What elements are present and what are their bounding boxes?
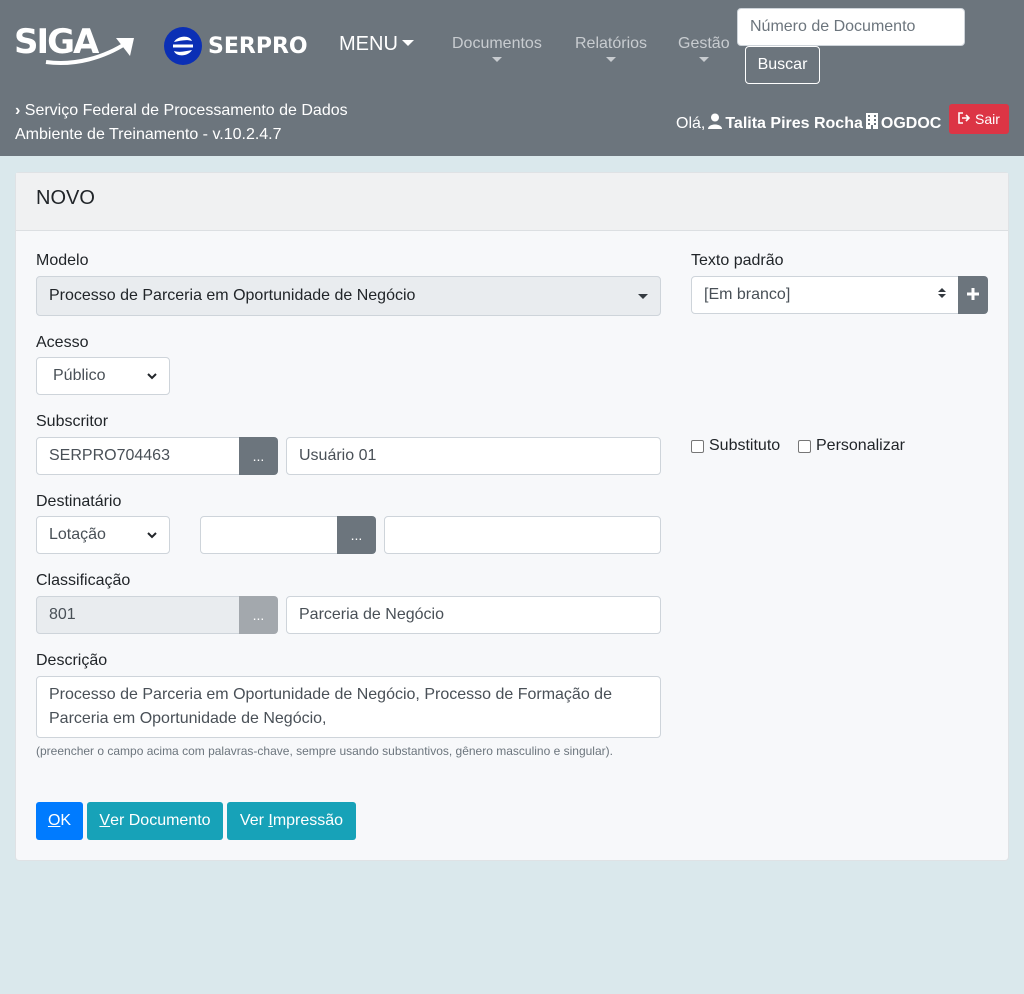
sign-out-icon <box>958 111 971 127</box>
classificacao-label: Classificação <box>36 572 131 589</box>
siga-arrow-icon <box>45 38 134 65</box>
chevron-right-icon: › <box>15 102 21 119</box>
subscritor-label: Subscritor <box>36 413 109 430</box>
acesso-label: Acesso <box>36 334 89 351</box>
plus-icon <box>966 284 980 307</box>
logout-label: Sair <box>975 111 1000 127</box>
acesso-value: Público <box>53 367 106 384</box>
org-breadcrumb: › Serviço Federal de Processamento de Da… <box>15 102 348 120</box>
texto-padrao-select[interactable]: [Em branco] <box>691 276 959 314</box>
destinatario-code-input[interactable] <box>200 516 338 554</box>
personalizar-label: Personalizar <box>816 437 905 454</box>
add-text-button[interactable] <box>958 276 988 314</box>
card-title: NOVO <box>16 173 1008 231</box>
user-name: Talita Pires Rocha <box>725 114 863 132</box>
chevron-down-icon <box>491 57 502 62</box>
user-greeting: Olá, Talita Pires Rocha OGDOC <box>676 113 941 134</box>
chevron-down-icon <box>147 367 157 385</box>
main-menu-toggle[interactable]: MENU <box>339 33 414 56</box>
checkbox-box[interactable] <box>691 439 704 453</box>
acesso-select[interactable]: Público <box>36 357 170 395</box>
modelo-select[interactable]: Processo de Parceria em Oportunidade de … <box>36 276 661 316</box>
descricao-value: Processo de Parceria em Oportunidade de … <box>49 686 612 727</box>
destinatario-label: Destinatário <box>36 493 122 510</box>
classificacao-code-value: 801 <box>49 606 76 623</box>
ok-button[interactable]: OK <box>36 802 83 840</box>
classificacao-name-input[interactable]: Parceria de Negócio <box>286 596 661 634</box>
destinatario-type-select[interactable]: Lotação <box>36 516 170 554</box>
ver-documento-accesskey: V <box>99 812 111 829</box>
chevron-down-icon <box>606 57 617 62</box>
user-icon <box>708 113 723 134</box>
environment-label: Ambiente de Treinamento - v.10.2.4.7 <box>15 126 282 143</box>
user-unit: OGDOC <box>880 114 942 132</box>
ver-impressao-label-pre: Ver <box>239 812 269 829</box>
modelo-value: Processo de Parceria em Oportunidade de … <box>49 287 416 304</box>
destinatario-type-value: Lotação <box>49 526 106 543</box>
classificacao-name-value: Parceria de Negócio <box>299 606 444 623</box>
descricao-hint: (preencher o campo acima com palavras-ch… <box>36 744 613 758</box>
ver-impressao-label: mpressão <box>272 812 344 829</box>
subscritor-code-value: SERPRO704463 <box>49 447 170 464</box>
chevron-down-icon <box>147 526 157 544</box>
nav-relatorios[interactable]: Relatórios <box>575 35 647 62</box>
serpro-logo[interactable]: SERPRO <box>164 26 308 66</box>
destinatario-search-button[interactable]: ... <box>337 516 376 554</box>
personalizar-checkbox[interactable]: Personalizar <box>798 437 905 455</box>
texto-padrao-label: Texto padrão <box>691 252 784 269</box>
select-updown-icon <box>938 286 946 304</box>
greeting-text: Olá, <box>676 114 706 132</box>
ver-documento-label: er Documento <box>110 812 211 829</box>
search-button[interactable]: Buscar <box>745 46 820 84</box>
subscritor-search-button[interactable]: ... <box>239 437 278 475</box>
siga-logo[interactable]: SIGA <box>14 22 136 66</box>
chevron-down-icon <box>401 39 414 46</box>
nav-label: Documentos <box>452 35 542 52</box>
descricao-label: Descrição <box>36 652 108 669</box>
classificacao-code-input[interactable]: 801 <box>36 596 240 634</box>
menu-label: MENU <box>339 33 398 55</box>
ok-label: K <box>60 812 72 829</box>
checkbox-box[interactable] <box>798 439 811 453</box>
chevron-down-icon <box>638 293 648 299</box>
subscritor-name-value: Usuário 01 <box>299 447 377 464</box>
substituto-label: Substituto <box>709 437 781 454</box>
texto-padrao-value: [Em branco] <box>704 286 791 303</box>
ver-impressao-button[interactable]: Ver Impressão <box>227 802 356 840</box>
modelo-label: Modelo <box>36 252 89 269</box>
org-name: Serviço Federal de Processamento de Dado… <box>24 102 348 119</box>
nav-label: Relatórios <box>575 35 648 52</box>
document-number-search-input[interactable] <box>737 8 965 46</box>
building-icon <box>865 113 878 134</box>
descricao-textarea[interactable]: Processo de Parceria em Oportunidade de … <box>36 676 661 738</box>
ver-documento-button[interactable]: Ver Documento <box>87 802 223 840</box>
substituto-checkbox[interactable]: Substituto <box>691 437 780 455</box>
nav-gestao[interactable]: Gestão <box>678 35 730 62</box>
nav-documentos[interactable]: Documentos <box>452 35 542 62</box>
nav-label: Gestão <box>678 35 730 52</box>
top-navbar: SIGA SERPRO MENU Documentos Relatórios G… <box>0 0 1024 156</box>
ok-accesskey: O <box>47 812 61 829</box>
logout-button[interactable]: Sair <box>949 104 1009 134</box>
serpro-emblem-icon <box>164 27 202 65</box>
subscritor-name-input[interactable]: Usuário 01 <box>286 437 661 475</box>
serpro-logo-text: SERPRO <box>208 33 308 59</box>
classificacao-search-button[interactable]: ... <box>239 596 278 634</box>
chevron-down-icon <box>698 57 709 62</box>
destinatario-name-input[interactable] <box>384 516 661 554</box>
subscritor-code-input[interactable]: SERPRO704463 <box>36 437 240 475</box>
